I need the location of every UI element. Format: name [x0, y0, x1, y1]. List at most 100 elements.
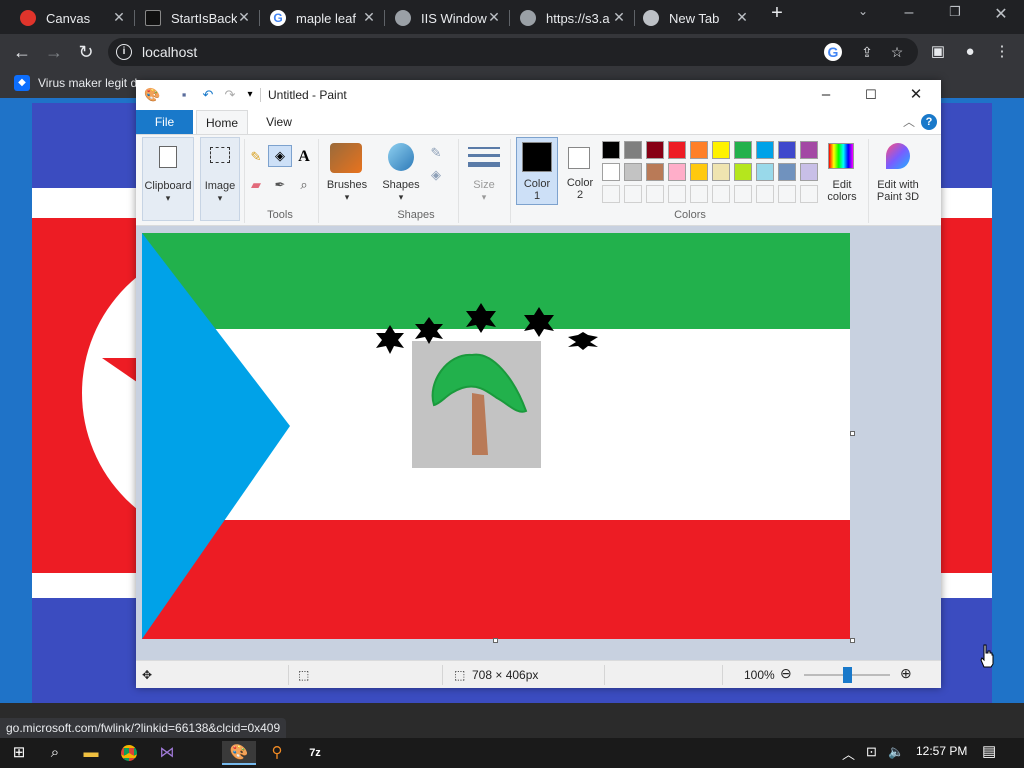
palette-swatch[interactable] — [756, 141, 774, 159]
7zip-icon[interactable]: 7z — [298, 741, 332, 765]
close-icon[interactable]: ✕ — [360, 8, 378, 26]
close-icon[interactable]: ✕ — [485, 8, 503, 26]
palette-custom-slot[interactable] — [690, 185, 708, 203]
palette-swatch[interactable] — [712, 163, 730, 181]
palette-custom-slot[interactable] — [734, 185, 752, 203]
address-bar[interactable]: i localhost G ⇪ ☆ — [108, 38, 918, 66]
help-icon[interactable]: ? — [921, 114, 937, 130]
tab-canvas[interactable]: Canvas ✕ — [20, 6, 128, 30]
palette-custom-slot[interactable] — [778, 185, 796, 203]
redo-icon[interactable]: ↷ — [222, 87, 238, 103]
notifications-icon[interactable]: ▤ — [982, 742, 996, 760]
maximize-icon[interactable]: ☐ — [851, 84, 891, 106]
tab-view[interactable]: View — [254, 110, 304, 134]
tab-startisback[interactable]: StartIsBack ✕ — [145, 6, 253, 30]
minimize-icon[interactable]: – — [806, 84, 846, 106]
palette-swatch[interactable] — [756, 163, 774, 181]
palette-swatch[interactable] — [646, 163, 664, 181]
reload-icon[interactable]: ↻ — [74, 40, 98, 64]
color-picker-icon[interactable]: ✒ — [270, 175, 290, 195]
bookmark-item[interactable]: ◆ Virus maker legit d — [14, 75, 137, 91]
paint-app-icon[interactable]: 🎨 — [144, 87, 160, 103]
bookmark-star-icon[interactable]: ☆ — [888, 43, 906, 61]
pencil-icon[interactable]: ✎ — [246, 147, 266, 167]
palette-custom-slot[interactable] — [624, 185, 642, 203]
minimize-ribbon-icon[interactable]: ︿ — [903, 113, 915, 130]
file-explorer-icon[interactable]: ▬ — [74, 741, 108, 765]
resize-handle[interactable] — [850, 638, 855, 643]
tab-new-tab[interactable]: New Tab ✕ — [643, 6, 751, 30]
palette-swatch[interactable] — [624, 141, 642, 159]
palette-swatch[interactable] — [734, 163, 752, 181]
close-icon[interactable]: ✕ — [235, 8, 253, 26]
palette-custom-slot[interactable] — [646, 185, 664, 203]
palette-swatch[interactable] — [800, 163, 818, 181]
tray-chevron-icon[interactable]: ︿ — [842, 744, 855, 763]
resize-handle[interactable] — [850, 431, 855, 436]
search-icon[interactable]: ⌕ — [38, 741, 72, 765]
url-text[interactable]: localhost — [142, 44, 197, 60]
zoom-in-icon[interactable]: ⊕ — [900, 665, 912, 682]
color2-button[interactable]: Color 2 — [560, 137, 600, 205]
palette-swatch[interactable] — [800, 141, 818, 159]
palette-swatch[interactable] — [778, 163, 796, 181]
back-icon[interactable]: ← — [10, 40, 34, 64]
site-info-icon[interactable]: i — [116, 44, 132, 60]
drawing-canvas[interactable] — [142, 233, 850, 639]
restore-icon[interactable]: ❐ — [940, 4, 970, 20]
palette-custom-slot[interactable] — [756, 185, 774, 203]
palette-swatch[interactable] — [668, 163, 686, 181]
palette-swatch[interactable] — [624, 163, 642, 181]
close-icon[interactable]: ✕ — [610, 8, 628, 26]
visual-studio-icon[interactable]: ⋈ — [150, 741, 184, 765]
clock[interactable]: 12:57 PM — [916, 744, 967, 758]
palette-swatch[interactable] — [602, 141, 620, 159]
clipboard-button[interactable]: Clipboard ▾ — [142, 137, 194, 221]
undo-icon[interactable]: ↶ — [200, 87, 216, 103]
search-tool-icon[interactable]: ⚲ — [260, 741, 294, 765]
eraser-icon[interactable]: ▰ — [246, 175, 266, 195]
brushes-button[interactable]: Brushes ▾ — [324, 137, 370, 207]
palette-swatch[interactable] — [690, 141, 708, 159]
paint-taskbar-icon[interactable]: 🎨 — [222, 741, 256, 765]
color1-button[interactable]: Color 1 — [516, 137, 558, 205]
new-tab-button[interactable]: + — [762, 2, 792, 25]
palette-swatch[interactable] — [734, 141, 752, 159]
network-icon[interactable]: ⊡ — [866, 744, 877, 760]
shapes-button[interactable]: Shapes ▾ — [378, 137, 424, 207]
close-icon[interactable]: ✕ — [896, 84, 936, 106]
palette-swatch[interactable] — [602, 163, 620, 181]
tab-s3[interactable]: https://s3.a ✕ — [520, 6, 628, 30]
close-window-icon[interactable]: ✕ — [986, 4, 1016, 24]
palette-swatch[interactable] — [778, 141, 796, 159]
tab-file[interactable]: File — [136, 110, 193, 134]
size-button[interactable]: Size ▾ — [464, 137, 504, 207]
tab-iis-window[interactable]: IIS Window ✕ — [395, 6, 503, 30]
edit-colors-button[interactable]: Edit colors — [820, 137, 864, 207]
menu-icon[interactable]: ⋮ — [990, 40, 1014, 64]
chrome-taskbar-icon[interactable] — [112, 741, 146, 765]
canvas-workspace[interactable] — [136, 226, 941, 660]
resize-handle[interactable] — [493, 638, 498, 643]
fill-shape-icon[interactable]: ◈ — [426, 165, 446, 185]
google-lens-icon[interactable]: G — [824, 43, 842, 61]
magnifier-icon[interactable]: ⌕ — [294, 175, 314, 195]
palette-swatch[interactable] — [646, 141, 664, 159]
palette-swatch[interactable] — [668, 141, 686, 159]
save-icon[interactable]: ▪ — [176, 87, 192, 103]
zoom-out-icon[interactable]: ⊖ — [780, 665, 792, 682]
windows-start-icon[interactable]: ⊞ — [2, 741, 36, 765]
palette-swatch[interactable] — [690, 163, 708, 181]
text-icon[interactable]: A — [294, 147, 314, 167]
profile-icon[interactable]: ● — [958, 40, 982, 64]
minimize-icon[interactable]: – — [894, 4, 924, 22]
side-panel-icon[interactable]: ▣ — [926, 40, 950, 64]
tab-home[interactable]: Home — [196, 110, 248, 134]
palette-custom-slot[interactable] — [602, 185, 620, 203]
fill-icon[interactable]: ◈ — [268, 145, 292, 167]
close-icon[interactable]: ✕ — [110, 8, 128, 26]
zoom-slider-thumb[interactable] — [843, 667, 852, 683]
outline-icon[interactable]: ✎ — [426, 143, 446, 163]
palette-swatch[interactable] — [712, 141, 730, 159]
forward-icon[interactable]: → — [42, 40, 66, 64]
